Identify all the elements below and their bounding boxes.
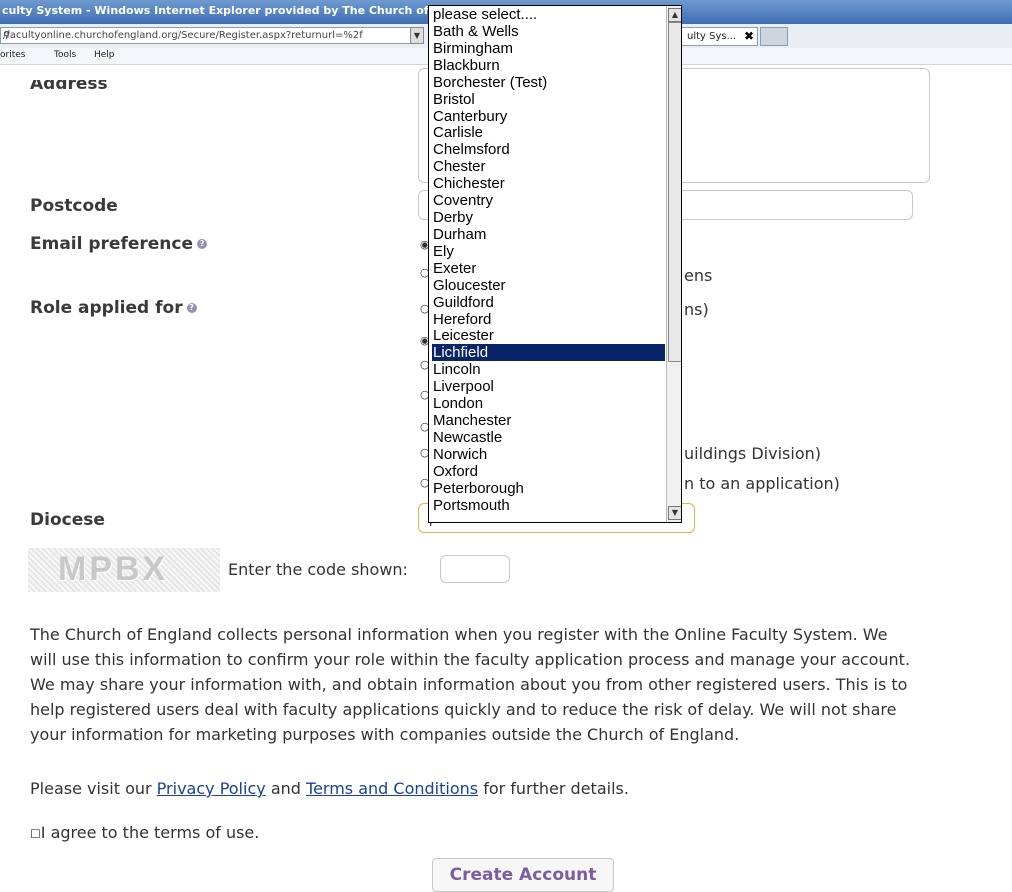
menu-tools[interactable]: Tools [54, 50, 76, 60]
tab-title: ulty Sys... [687, 31, 737, 42]
dropdown-option[interactable]: Manchester [432, 412, 665, 429]
dropdown-option[interactable]: Peterborough [432, 480, 665, 497]
dropdown-option[interactable]: Exeter [432, 260, 665, 277]
agree-row: ☐I agree to the terms of use. [30, 820, 259, 847]
dropdown-option[interactable]: Portsmouth [432, 497, 665, 514]
diocese-label: Diocese [30, 510, 105, 530]
email-preference-text: Email preference [30, 234, 194, 254]
dropdown-option[interactable]: Bristol [432, 91, 665, 108]
dropdown-option[interactable]: Birmingham [432, 40, 665, 57]
dropdown-option[interactable]: Chester [432, 158, 665, 175]
and-text: and [270, 779, 301, 798]
dropdown-option[interactable]: Guildford [432, 294, 665, 311]
postcode-label: Postcode [30, 196, 118, 216]
dropdown-option[interactable]: London [432, 395, 665, 412]
captcha-text: MPBX [58, 550, 169, 588]
dropdown-option[interactable]: Lichfield [432, 344, 665, 362]
dropdown-option[interactable]: Gloucester [432, 277, 665, 294]
privacy-line-2: will use this information to confirm you… [30, 650, 911, 669]
dropdown-option[interactable]: Chichester [432, 175, 665, 192]
visit-suffix: for further details. [483, 779, 629, 798]
url-field[interactable]: /facultyonline.churchofengland.org/Secur… [0, 27, 420, 44]
visit-sentence: Please visit our Privacy Policy and Term… [30, 776, 629, 801]
dropdown-option[interactable]: Hereford [432, 311, 665, 328]
privacy-line-4: help registered users deal with faculty … [30, 700, 897, 719]
scroll-down-arrow-icon[interactable]: ▼ [668, 506, 681, 520]
menu-favorites[interactable]: orites [0, 50, 25, 60]
dropdown-option[interactable]: Coventry [432, 192, 665, 209]
scrollbar-thumb[interactable] [668, 22, 681, 362]
role-option-buildings: uildings Division) [684, 444, 821, 463]
dropdown-option[interactable]: Lincoln [432, 361, 665, 378]
captcha-image: MPBX [28, 548, 220, 592]
dropdown-option[interactable]: Carlisle [432, 124, 665, 141]
dropdown-option[interactable]: Chelmsford [432, 141, 665, 158]
help-icon[interactable]: ? [186, 303, 197, 313]
dropdown-option[interactable]: Norwich [432, 446, 665, 463]
privacy-line-1: The Church of England collects personal … [30, 625, 888, 644]
code-label: Enter the code shown: [228, 560, 408, 579]
role-option-application: n to an application) [684, 474, 840, 493]
help-icon[interactable]: ? [197, 239, 208, 249]
role-option-text: ns) [684, 300, 709, 319]
dropdown-option[interactable]: Liverpool [432, 378, 665, 395]
dropdown-option[interactable]: Newcastle [432, 429, 665, 446]
email-option-text: ens [684, 266, 713, 285]
role-applied-text: Role applied for [30, 298, 183, 318]
dropdown-option[interactable]: Derby [432, 209, 665, 226]
dropdown-option[interactable]: Canterbury [432, 108, 665, 125]
browser-tab[interactable]: ulty Sys... ✖ [680, 27, 758, 46]
create-account-button[interactable]: Create Account [432, 858, 614, 892]
window-title: culty System - Windows Internet Explorer… [2, 4, 440, 17]
dropdown-option[interactable]: Leicester [432, 327, 665, 344]
dropdown-option[interactable]: Borchester (Test) [432, 74, 665, 91]
dropdown-option[interactable]: Durham [432, 226, 665, 243]
dropdown-option[interactable]: Oxford [432, 463, 665, 480]
privacy-policy-link[interactable]: Privacy Policy [157, 779, 266, 798]
diocese-dropdown-list[interactable]: please select.... Bath & Wells Birmingham B… [428, 5, 682, 523]
role-applied-label: Role applied for? [30, 298, 197, 318]
new-tab-button[interactable] [760, 27, 788, 46]
dropdown-option[interactable]: Ely [432, 243, 665, 260]
tab-close-icon[interactable]: ✖ [744, 29, 754, 43]
address-dropdown-button[interactable]: ▼ [410, 27, 424, 44]
captcha-input[interactable] [440, 555, 510, 583]
address-label: Address [30, 74, 108, 94]
visit-prefix: Please visit our [30, 779, 152, 798]
dropdown-option[interactable]: Blackburn [432, 57, 665, 74]
privacy-line-3: We may share your information with, and … [30, 675, 908, 694]
agree-label: I agree to the terms of use. [40, 823, 260, 842]
dropdown-scrollbar[interactable]: ▲ ▼ [666, 6, 681, 522]
email-preference-label: Email preference? [30, 234, 208, 254]
menu-help[interactable]: Help [94, 50, 115, 60]
privacy-line-5: your information for marketing purposes … [30, 725, 740, 744]
dropdown-option[interactable]: please select.... [432, 6, 665, 23]
terms-conditions-link[interactable]: Terms and Conditions [306, 779, 478, 798]
magnifier-icon[interactable]: ⚲ [3, 30, 417, 41]
scroll-up-arrow-icon[interactable]: ▲ [668, 8, 681, 22]
agree-checkbox[interactable]: ☐ [30, 827, 41, 841]
dropdown-option[interactable]: Bath & Wells [432, 23, 665, 40]
